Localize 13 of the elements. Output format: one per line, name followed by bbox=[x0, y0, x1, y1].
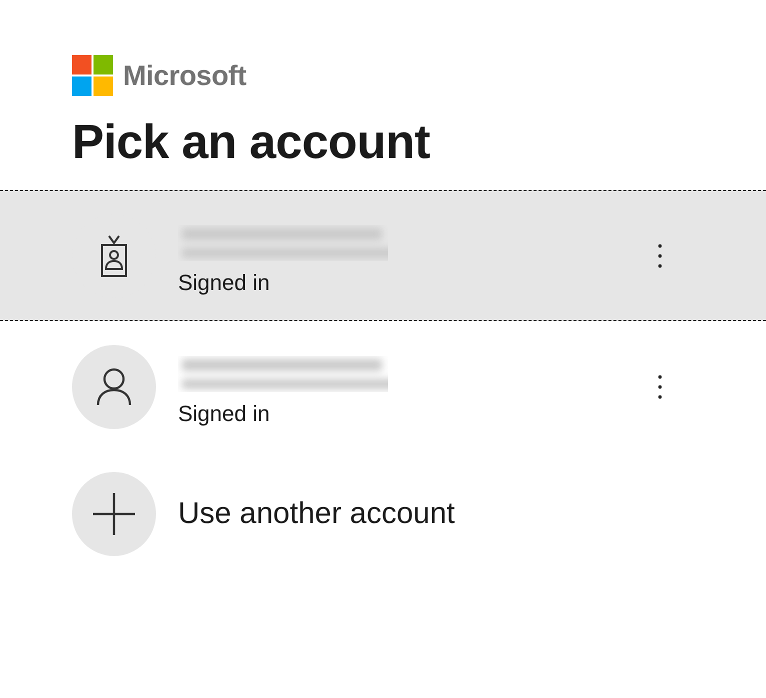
plus-icon bbox=[92, 492, 136, 536]
logo-wordmark: Microsoft bbox=[123, 60, 246, 92]
add-account-option[interactable]: Use another account bbox=[72, 472, 502, 556]
signed-in-status: Signed in bbox=[178, 270, 271, 296]
logo-icon bbox=[72, 55, 113, 96]
signed-in-status: Signed in bbox=[178, 400, 271, 426]
account-row[interactable]: Signed in bbox=[0, 321, 766, 452]
kebab-icon bbox=[658, 244, 662, 268]
page-heading: Pick an account bbox=[72, 115, 431, 171]
person-icon bbox=[96, 368, 132, 406]
id-badge-icon bbox=[101, 234, 127, 276]
kebab-icon bbox=[658, 374, 662, 398]
account-row[interactable]: Signed in bbox=[0, 190, 766, 321]
